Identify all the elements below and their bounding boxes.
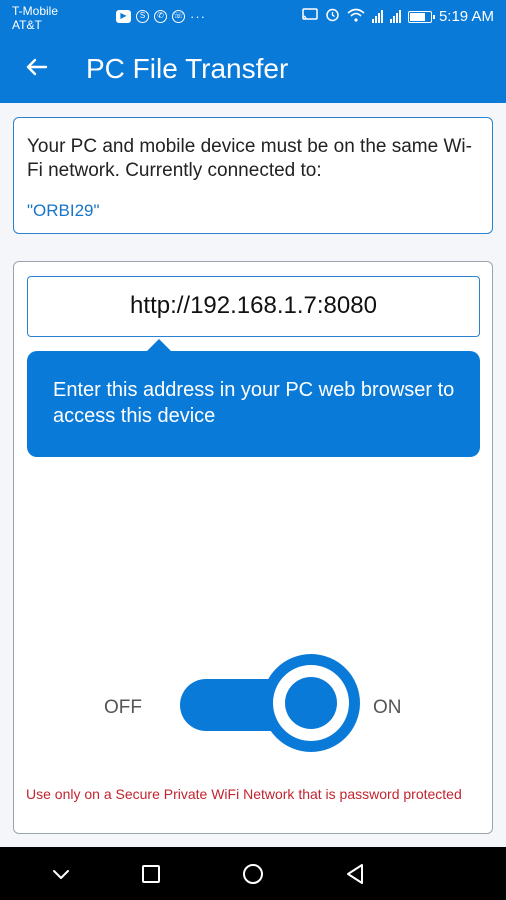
on-label: ON: [373, 697, 402, 718]
notification-icons: ▶ S ✆ ☏ ···: [116, 9, 206, 24]
recents-icon[interactable]: [136, 859, 166, 889]
toggle-knob[interactable]: [262, 654, 360, 752]
youtube-icon: ▶: [116, 10, 131, 23]
clock: 5:19 AM: [438, 8, 494, 25]
connected-network-name: "ORBI29": [27, 201, 100, 220]
back-arrow-icon[interactable]: [22, 52, 52, 82]
app-bar: PC File Transfer: [0, 36, 506, 103]
address-tooltip: Enter this address in your PC web browse…: [27, 339, 480, 457]
cast-icon: [302, 8, 318, 25]
home-icon[interactable]: [238, 859, 268, 889]
signal-icon: [389, 10, 401, 23]
carrier-primary: T-Mobile: [12, 4, 59, 18]
security-warning: Use only on a Secure Private WiFi Networ…: [26, 786, 462, 802]
back-icon[interactable]: [340, 859, 370, 889]
more-notifications: ···: [190, 9, 206, 24]
chevron-down-icon[interactable]: [46, 859, 76, 889]
network-info-card: Your PC and mobile device must be on the…: [13, 117, 493, 234]
network-requirement-text: Your PC and mobile device must be on the…: [27, 136, 472, 181]
alarm-icon: [325, 7, 340, 26]
skype-icon: S: [136, 10, 149, 23]
system-icons: 5:19 AM: [302, 7, 494, 26]
status-bar: T-Mobile AT&T ▶ S ✆ ☏ ··· 5:19 AM: [0, 0, 506, 36]
whatsapp-icon: ✆: [154, 10, 167, 23]
carrier-info: T-Mobile AT&T: [12, 4, 58, 32]
server-card: http://192.168.1.7:8080 Enter this addre…: [13, 261, 493, 834]
server-toggle-row: OFF ON: [14, 642, 494, 772]
tooltip-text: Enter this address in your PC web browse…: [53, 379, 455, 427]
wifi-icon: [347, 8, 365, 26]
system-nav-bar: [0, 847, 506, 900]
server-address[interactable]: http://192.168.1.7:8080: [27, 276, 480, 337]
battery-icon: [407, 10, 435, 23]
viber-icon: ☏: [172, 10, 185, 23]
signal-icon: [371, 10, 383, 23]
page-title: PC File Transfer: [86, 53, 289, 84]
off-label: OFF: [104, 697, 142, 718]
carrier-secondary: AT&T: [12, 18, 42, 32]
